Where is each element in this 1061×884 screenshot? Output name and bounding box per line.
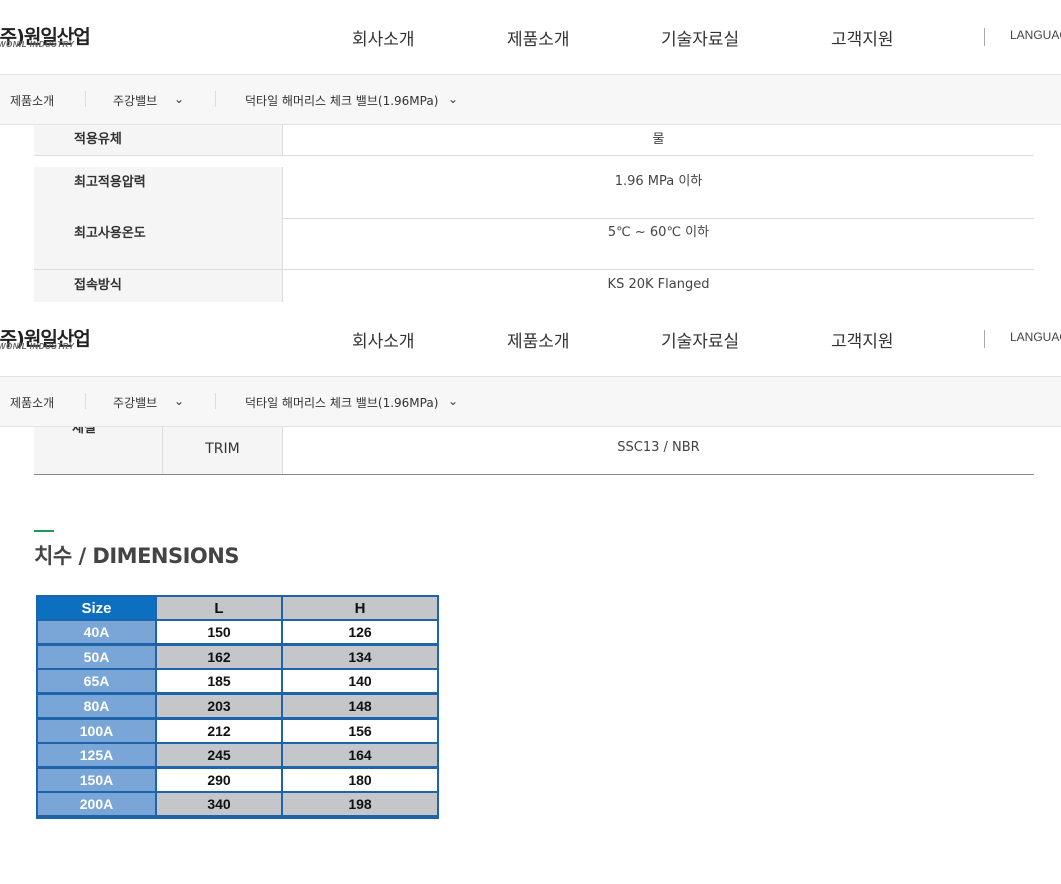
spec-value: 1.96 MPa 이하 bbox=[614, 174, 703, 189]
size-cell: 100A bbox=[38, 720, 155, 742]
nav-item-support[interactable]: 고객지원 bbox=[831, 327, 894, 352]
size-cell: 125A bbox=[38, 744, 155, 766]
breadcrumb-divider bbox=[85, 393, 86, 409]
spec-value: 물 bbox=[652, 132, 665, 147]
l-cell: 203 bbox=[157, 695, 281, 717]
breadcrumb: 제품소개 주강밸브 ⌄ 덕타일 해머리스 체크 밸브(1.96MPa) ⌄ bbox=[0, 376, 1061, 427]
table-row: 접속방식 KS 20K Flanged bbox=[34, 270, 1034, 302]
h-cell: 134 bbox=[283, 646, 437, 668]
section-accent-bar bbox=[34, 530, 54, 532]
material-table: 재질 TRIM SSC13 / NBR bbox=[34, 427, 1034, 475]
h-cell: 148 bbox=[283, 695, 437, 717]
spec-table: 적용유체 물 최고적용압력 1.96 MPa 이하 최고사용온도 5℃ ~ 60… bbox=[34, 125, 1034, 302]
chevron-down-icon[interactable]: ⌄ bbox=[174, 92, 184, 106]
nav-item-tech-library[interactable]: 기술자료실 bbox=[661, 25, 739, 50]
breadcrumb-divider bbox=[215, 91, 216, 107]
size-cell: 80A bbox=[38, 695, 155, 717]
breadcrumb: 제품소개 주강밸브 ⌄ 덕타일 해머리스 체크 밸브(1.96MPa) ⌄ bbox=[0, 74, 1061, 125]
language-selector[interactable]: LANGUAGE bbox=[1010, 330, 1061, 344]
breadcrumb-category-dropdown[interactable]: 주강밸브 bbox=[113, 92, 157, 109]
site-header: (주)원일산업 WONIL INDUSTRY 회사소개 제품소개 기술자료실 고… bbox=[0, 302, 1061, 377]
nav-divider bbox=[984, 28, 985, 46]
material-group-label: 재질 bbox=[72, 427, 96, 436]
section-title: 치수 / DIMENSIONS bbox=[34, 544, 240, 568]
spec-key: 접속방식 bbox=[34, 270, 283, 302]
language-selector[interactable]: LANGUAGE bbox=[1010, 28, 1061, 42]
size-cell: 40A bbox=[38, 621, 155, 643]
spec-key: 적용유체 bbox=[34, 125, 283, 155]
l-cell: 162 bbox=[157, 646, 281, 668]
company-logo[interactable]: (주)원일산업 WONIL INDUSTRY bbox=[0, 22, 91, 52]
breadcrumb-product-dropdown[interactable]: 덕타일 해머리스 체크 밸브(1.96MPa) bbox=[245, 92, 438, 109]
chevron-down-icon[interactable]: ⌄ bbox=[448, 394, 458, 408]
nav-item-products[interactable]: 제품소개 bbox=[507, 25, 570, 50]
spec-key: 최고적용압력 bbox=[34, 167, 283, 218]
nav-item-support[interactable]: 고객지원 bbox=[831, 25, 894, 50]
breadcrumb-product-dropdown[interactable]: 덕타일 해머리스 체크 밸브(1.96MPa) bbox=[245, 394, 438, 411]
material-value: SSC13 / NBR bbox=[617, 440, 700, 455]
company-logo[interactable]: (주)원일산업 WONIL INDUSTRY bbox=[0, 324, 91, 354]
l-cell: 150 bbox=[157, 621, 281, 643]
l-cell: 340 bbox=[157, 793, 281, 815]
size-cell: 65A bbox=[38, 670, 155, 692]
breadcrumb-divider bbox=[215, 393, 216, 409]
breadcrumb-category-dropdown[interactable]: 주강밸브 bbox=[113, 394, 157, 411]
column-header-size: Size bbox=[38, 597, 155, 619]
l-cell: 245 bbox=[157, 744, 281, 766]
h-cell: 156 bbox=[283, 720, 437, 742]
size-cell: 200A bbox=[38, 793, 155, 815]
size-cell: 150A bbox=[38, 769, 155, 791]
table-row: 최고사용온도 5℃ ~ 60℃ 이하 bbox=[34, 218, 1034, 270]
l-cell: 212 bbox=[157, 720, 281, 742]
breadcrumb-divider bbox=[85, 91, 86, 107]
h-cell: 180 bbox=[283, 769, 437, 791]
material-group-cell: 재질 bbox=[34, 427, 163, 474]
l-cell: 290 bbox=[157, 769, 281, 791]
spec-value: 5℃ ~ 60℃ 이하 bbox=[607, 225, 710, 240]
nav-item-company[interactable]: 회사소개 bbox=[352, 25, 415, 50]
material-subkey: TRIM bbox=[163, 427, 283, 474]
h-cell: 140 bbox=[283, 670, 437, 692]
l-cell: 185 bbox=[157, 670, 281, 692]
breadcrumb-home[interactable]: 제품소개 bbox=[10, 394, 54, 411]
site-header: (주)원일산업 WONIL INDUSTRY 회사소개 제품소개 기술자료실 고… bbox=[0, 0, 1061, 75]
chevron-down-icon[interactable]: ⌄ bbox=[448, 92, 458, 106]
nav-item-products[interactable]: 제품소개 bbox=[507, 327, 570, 352]
nav-divider bbox=[984, 330, 985, 348]
logo-subtext: WONIL INDUSTRY bbox=[0, 342, 75, 351]
breadcrumb-home[interactable]: 제품소개 bbox=[10, 92, 54, 109]
table-row: 적용유체 물 bbox=[34, 125, 1034, 156]
column-header-l: L bbox=[157, 597, 281, 619]
column-header-h: H bbox=[283, 597, 437, 619]
nav-item-company[interactable]: 회사소개 bbox=[352, 327, 415, 352]
dimensions-table: Size L H 40A 150 126 50A 162 134 65A 185… bbox=[36, 595, 439, 819]
spec-value: KS 20K Flanged bbox=[607, 277, 710, 292]
nav-item-tech-library[interactable]: 기술자료실 bbox=[661, 327, 739, 352]
chevron-down-icon[interactable]: ⌄ bbox=[174, 394, 184, 408]
h-cell: 126 bbox=[283, 621, 437, 643]
logo-subtext: WONIL INDUSTRY bbox=[0, 40, 75, 49]
spec-key: 최고사용온도 bbox=[34, 218, 283, 269]
h-cell: 198 bbox=[283, 793, 437, 815]
table-row: 최고적용압력 1.96 MPa 이하 bbox=[34, 167, 1034, 219]
size-cell: 50A bbox=[38, 646, 155, 668]
h-cell: 164 bbox=[283, 744, 437, 766]
